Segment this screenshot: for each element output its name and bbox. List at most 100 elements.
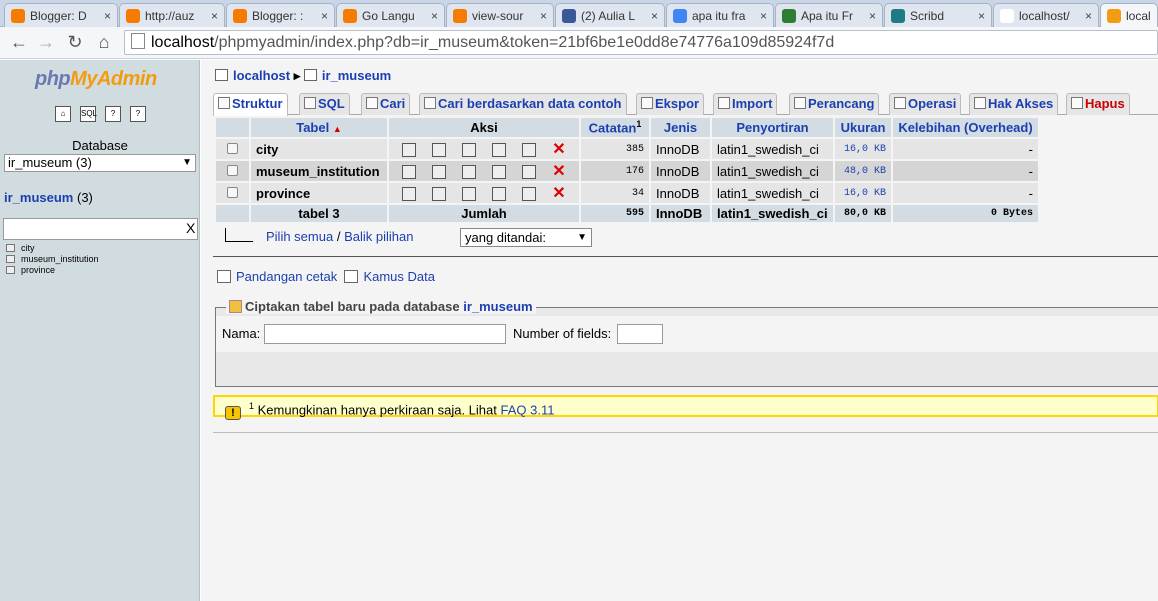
row-checkbox-cell — [216, 161, 249, 181]
close-icon[interactable]: × — [104, 9, 111, 23]
empty-icon[interactable] — [522, 164, 536, 179]
tab-hapus[interactable]: Hapus — [1066, 93, 1130, 115]
browse-icon[interactable] — [402, 142, 416, 157]
tab-ekspor[interactable]: Ekspor — [636, 93, 705, 115]
header-catatan[interactable]: Catatan1 — [581, 118, 649, 137]
tab-operasi[interactable]: Operasi — [889, 93, 962, 115]
browser-tab[interactable]: Go Langu × — [336, 3, 445, 27]
browser-tab[interactable]: Blogger: : × — [226, 3, 335, 27]
drop-icon[interactable]: ✕ — [552, 185, 566, 201]
print-view-link[interactable]: Pandangan cetak — [236, 269, 337, 284]
check-all-link[interactable]: Pilih semua — [266, 229, 333, 244]
row-checkbox[interactable] — [227, 186, 238, 198]
close-icon[interactable]: × — [869, 9, 876, 23]
row-size[interactable]: 16,0 KB — [835, 139, 891, 159]
browse-icon[interactable] — [402, 164, 416, 179]
table-row: museum_institution ✕ 176 InnoDB latin1_swedi… — [216, 161, 1038, 181]
browser-tab[interactable]: Apa itu Fr × — [775, 3, 883, 27]
close-icon[interactable]: × — [978, 9, 985, 23]
browser-tab[interactable]: http://auz × — [119, 3, 225, 27]
row-records: 385 — [581, 139, 649, 159]
structure-icon[interactable] — [432, 142, 446, 157]
browser-tab[interactable]: Blogger: D × — [4, 3, 118, 27]
help-icon[interactable]: ? — [105, 106, 121, 122]
empty-icon[interactable] — [522, 142, 536, 157]
close-icon[interactable]: × — [1085, 9, 1092, 23]
empty-icon[interactable] — [522, 186, 536, 201]
search-icon[interactable] — [462, 186, 476, 201]
address-bar[interactable]: localhost/phpmyadmin/index.php?db=ir_mus… — [124, 30, 1158, 55]
phpmyadmin-logo[interactable]: phpMyAdmin — [35, 68, 157, 91]
create-table-db-link[interactable]: ir_museum — [463, 299, 532, 314]
sidebar-db-link[interactable]: ir_museum — [4, 190, 73, 205]
header-ukuran[interactable]: Ukuran — [835, 118, 891, 137]
header-jenis[interactable]: Jenis — [651, 118, 710, 137]
sidebar-table-city[interactable]: city — [6, 243, 35, 253]
close-icon[interactable]: × — [321, 9, 328, 23]
docs-icon[interactable]: ? — [130, 106, 146, 122]
with-selected-select[interactable]: yang ditandai: ▼ — [460, 228, 592, 247]
search-icon[interactable] — [462, 142, 476, 157]
row-table-name[interactable]: city — [251, 139, 387, 159]
table-name-input[interactable] — [264, 324, 506, 344]
search-icon[interactable] — [462, 164, 476, 179]
row-checkbox[interactable] — [227, 142, 238, 154]
home-icon[interactable]: ⌂ — [55, 106, 71, 122]
tab-cari-contoh[interactable]: Cari berdasarkan data contoh — [419, 93, 627, 115]
tab-cari[interactable]: Cari — [361, 93, 411, 115]
drop-icon[interactable]: ✕ — [552, 141, 566, 157]
header-penyortiran[interactable]: Penyortiran — [712, 118, 833, 137]
row-size[interactable]: 48,0 KB — [835, 161, 891, 181]
sidebar-table-museum-institution[interactable]: museum_institution — [6, 254, 99, 264]
structure-icon[interactable] — [432, 186, 446, 201]
invert-selection-link[interactable]: Balik pilihan — [344, 229, 413, 244]
close-icon[interactable]: × — [651, 9, 658, 23]
reload-icon[interactable]: ↻ — [64, 31, 86, 53]
browse-icon[interactable] — [402, 186, 416, 201]
structure-icon — [218, 97, 230, 109]
tab-hak-akses[interactable]: Hak Akses — [969, 93, 1059, 115]
sidebar-table-province[interactable]: province — [6, 265, 55, 275]
breadcrumb-database[interactable]: ir_museum — [322, 68, 391, 83]
back-arrow-icon[interactable]: ← — [8, 31, 30, 53]
browser-tab[interactable]: Scribd × — [884, 3, 992, 27]
browser-tab[interactable]: (2) Aulia L × — [555, 3, 665, 27]
browser-tab[interactable]: view-sour × — [446, 3, 554, 27]
header-tabel[interactable]: Tabel ▲ — [251, 118, 387, 137]
tab-import[interactable]: Import — [713, 93, 778, 115]
notice-text: Kemungkinan hanya perkiraan saja. Lihat — [257, 402, 497, 418]
footer-sum-label: Jumlah — [389, 205, 579, 222]
sql-icon[interactable]: SQL — [80, 106, 97, 122]
number-of-fields-input[interactable] — [617, 324, 663, 344]
tab-sql[interactable]: SQL — [299, 93, 350, 115]
forward-arrow-icon[interactable]: → — [35, 31, 57, 53]
row-table-name[interactable]: museum_institution — [251, 161, 387, 181]
tab-struktur[interactable]: Struktur — [213, 93, 288, 116]
breadcrumb-separator-icon: ▸ — [293, 68, 304, 83]
close-icon[interactable]: × — [760, 9, 767, 23]
table-filter-input[interactable] — [3, 218, 198, 240]
row-table-name[interactable]: province — [251, 183, 387, 203]
database-select[interactable]: ir_museum (3) ▼ — [4, 154, 196, 172]
drop-icon[interactable]: ✕ — [552, 163, 566, 179]
close-icon[interactable]: × — [211, 9, 218, 23]
insert-icon[interactable] — [492, 164, 506, 179]
close-icon[interactable]: × — [431, 9, 438, 23]
header-kelebihan[interactable]: Kelebihan (Overhead) — [893, 118, 1038, 137]
structure-icon[interactable] — [432, 164, 446, 179]
close-icon[interactable]: × — [540, 9, 547, 23]
row-size[interactable]: 16,0 KB — [835, 183, 891, 203]
tab-perancang[interactable]: Perancang — [789, 93, 880, 115]
insert-icon[interactable] — [492, 142, 506, 157]
row-checkbox[interactable] — [227, 164, 238, 176]
breadcrumb-server[interactable]: localhost — [233, 68, 290, 83]
browser-tab[interactable]: apa itu fra × — [666, 3, 774, 27]
data-dictionary-link[interactable]: Kamus Data — [363, 269, 435, 284]
faq-link[interactable]: FAQ 3.11 — [500, 402, 554, 417]
browser-tab[interactable]: localh — [1100, 3, 1158, 27]
insert-icon[interactable] — [492, 186, 506, 201]
select-arrow-icon — [225, 228, 253, 242]
browser-tab[interactable]: localhost/ × — [993, 3, 1099, 27]
filter-clear-button[interactable]: X — [186, 220, 195, 236]
home-icon[interactable]: ⌂ — [93, 31, 115, 53]
